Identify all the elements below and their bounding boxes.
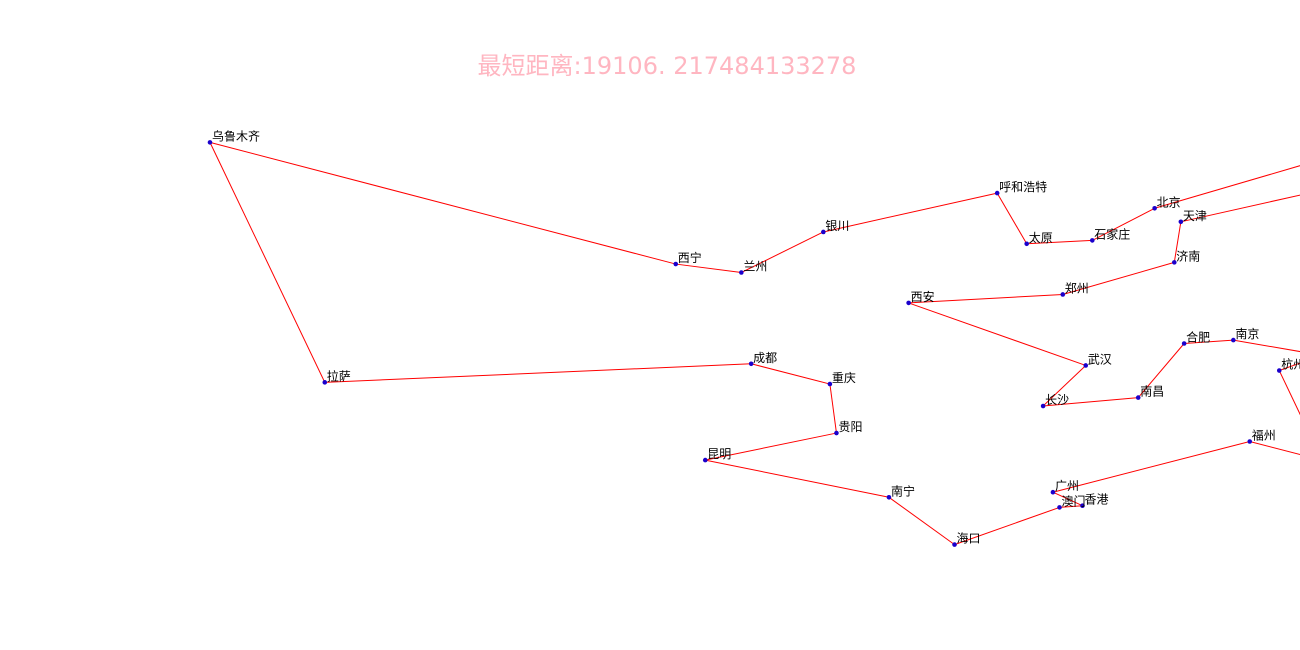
city-label: 郑州 — [1065, 280, 1089, 295]
route-segment — [1154, 165, 1300, 209]
city-label: 南昌 — [1140, 384, 1164, 399]
point-layer — [207, 140, 1282, 547]
city-label: 北京 — [1157, 195, 1181, 209]
route-layer — [209, 141, 1300, 546]
route-segment — [823, 192, 998, 233]
city-label: 成都 — [753, 351, 777, 365]
city-label: 重庆 — [832, 371, 856, 385]
city-label: 济南 — [1176, 248, 1200, 263]
city-label: 西宁 — [678, 250, 702, 265]
city-label: 银川 — [825, 219, 849, 233]
city-label: 太原 — [1029, 230, 1053, 245]
route-segment — [888, 496, 955, 546]
city-label: 武汉 — [1088, 352, 1112, 366]
city-label: 杭州 — [1281, 357, 1300, 372]
route-segment — [209, 141, 676, 265]
city-label: 广州 — [1055, 479, 1079, 493]
route-segment — [829, 383, 837, 434]
city-label: 拉萨 — [327, 368, 351, 383]
route-segment — [324, 363, 752, 383]
city-label: 长沙 — [1045, 393, 1069, 407]
route-segment — [1278, 370, 1300, 416]
city-label: 福州 — [1252, 428, 1276, 443]
route-segment — [705, 459, 890, 498]
route-segment — [1052, 441, 1250, 493]
city-label: 兰州 — [743, 260, 767, 274]
city-label: 合肥 — [1186, 329, 1210, 344]
route-segment — [675, 263, 742, 274]
label-layer: 乌鲁木齐西宁兰州银川呼和浩特太原石家庄北京哈尔滨长春沈阳天津济南郑州西安武汉长沙… — [212, 128, 1300, 546]
route-segment — [908, 302, 1086, 366]
route-segment — [209, 142, 326, 383]
city-label: 贵阳 — [838, 420, 862, 434]
city-label: 昆明 — [707, 447, 731, 461]
city-label: 呼和浩特 — [999, 179, 1047, 194]
city-label: 石家庄 — [1094, 226, 1130, 241]
city-label: 乌鲁木齐 — [212, 128, 260, 143]
route-segment — [1249, 441, 1300, 455]
route-segment — [751, 363, 831, 385]
city-label: 澳门 — [1062, 493, 1086, 508]
city-label: 香港 — [1084, 493, 1108, 507]
route-plot: 乌鲁木齐西宁兰州银川呼和浩特太原石家庄北京哈尔滨长春沈阳天津济南郑州西安武汉长沙… — [207, 128, 1300, 547]
city-label: 天津 — [1183, 209, 1207, 223]
route-segment — [996, 192, 1028, 245]
city-label: 南宁 — [891, 483, 915, 498]
city-label: 海口 — [957, 531, 981, 546]
city-label: 南京 — [1235, 326, 1259, 341]
city-label: 西安 — [911, 289, 935, 304]
route-segment — [1233, 339, 1300, 353]
